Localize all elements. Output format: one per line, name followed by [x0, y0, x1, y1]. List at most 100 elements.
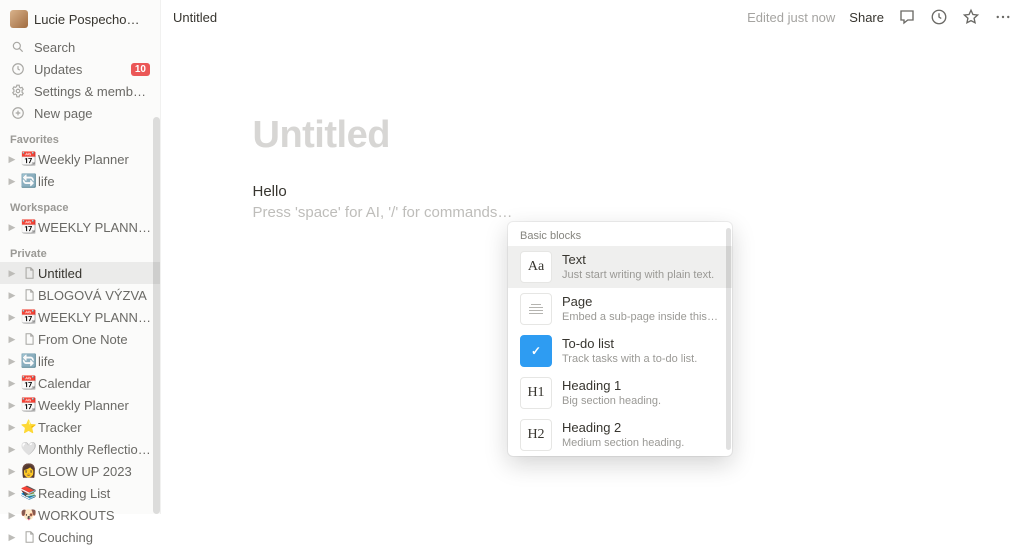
gear-icon: [10, 83, 26, 99]
updates-badge: 10: [131, 63, 150, 76]
favorites-list: ▶📆Weekly Planner▶🔄life: [0, 148, 160, 192]
app-root: Lucie Pospecho… Search Updates 10 Settin…: [0, 0, 1024, 514]
slash-item-desc: Medium section heading.: [562, 436, 684, 450]
chevron-right-icon[interactable]: ▶: [4, 218, 20, 236]
favorites-page-row[interactable]: ▶🔄life: [0, 170, 160, 192]
chevron-right-icon[interactable]: ▶: [4, 374, 20, 392]
slash-item-title: Heading 1: [562, 378, 661, 394]
page-label: life: [38, 174, 154, 189]
private-page-row[interactable]: ▶🔄life: [0, 350, 160, 372]
page-emoji-icon: 🔄: [20, 172, 38, 190]
sidebar: Lucie Pospecho… Search Updates 10 Settin…: [0, 0, 161, 514]
workspace-heading: Workspace: [0, 192, 160, 216]
page-label: Reading List: [38, 486, 154, 501]
slash-item-icon: H1: [520, 377, 552, 409]
slash-item-heading-2[interactable]: H2Heading 2Medium section heading.: [508, 414, 732, 456]
chevron-right-icon[interactable]: ▶: [4, 330, 20, 348]
slash-menu-scrollbar[interactable]: [726, 228, 731, 450]
topbar: Untitled Edited just now Share: [161, 0, 1024, 34]
private-page-row[interactable]: ▶🐶WORKOUTS: [0, 504, 160, 526]
workspace-name: Lucie Pospecho…: [34, 12, 144, 27]
chevron-right-icon[interactable]: ▶: [4, 440, 20, 458]
private-page-row[interactable]: ▶Untitled: [0, 262, 160, 284]
page-text-line-1[interactable]: Hello: [253, 183, 933, 200]
updates-label: Updates: [34, 62, 123, 77]
favorites-heading: Favorites: [0, 124, 160, 148]
chevron-right-icon[interactable]: ▶: [4, 150, 20, 168]
private-page-row[interactable]: ▶ Couching: [0, 526, 160, 548]
favorites-page-row[interactable]: ▶📆Weekly Planner: [0, 148, 160, 170]
search-label: Search: [34, 40, 150, 55]
new-page-label: New page: [34, 106, 150, 121]
private-page-row[interactable]: ▶📚Reading List: [0, 482, 160, 504]
page: Untitled Hello Press 'space' for AI, '/'…: [253, 34, 933, 221]
page-emoji-icon: 🔄: [20, 352, 38, 370]
plus-circle-icon: [10, 105, 26, 121]
page-emoji-icon: 🤍: [20, 440, 38, 458]
star-icon[interactable]: [962, 8, 980, 26]
page-emoji-icon: 📆: [20, 374, 38, 392]
slash-command-menu: Basic blocks AaTextJust start writing wi…: [508, 222, 732, 456]
page-label: WEEKLY PLANNING (1): [38, 310, 154, 325]
main-area: Untitled Edited just now Share Untitled …: [161, 0, 1024, 514]
page-label: Tracker: [38, 420, 154, 435]
slash-item-icon: [520, 293, 552, 325]
settings-button[interactable]: Settings & members: [0, 80, 160, 102]
page-title[interactable]: Untitled: [253, 114, 933, 157]
private-page-row[interactable]: ▶ BLOGOVÁ VÝZVA: [0, 284, 160, 306]
page-emoji-icon: ⭐: [20, 418, 38, 436]
page-emoji-icon: 🐶: [20, 506, 38, 524]
chevron-right-icon[interactable]: ▶: [4, 264, 20, 282]
page-label: GLOW UP 2023: [38, 464, 154, 479]
workspace-switcher[interactable]: Lucie Pospecho…: [0, 0, 160, 36]
slash-item-icon: [520, 335, 552, 367]
private-page-row[interactable]: ▶From One Note: [0, 328, 160, 350]
workspace-page-row[interactable]: ▶📆WEEKLY PLANNING: [0, 216, 160, 238]
chevron-right-icon[interactable]: ▶: [4, 528, 20, 546]
slash-item-desc: Just start writing with plain text.: [562, 268, 714, 282]
private-page-row[interactable]: ▶🤍Monthly Reflection 20…: [0, 438, 160, 460]
sidebar-scrollbar[interactable]: [153, 117, 160, 514]
chevron-right-icon[interactable]: ▶: [4, 418, 20, 436]
page-label: BLOGOVÁ VÝZVA: [38, 288, 154, 303]
page-label: Couching: [38, 530, 154, 545]
chevron-right-icon[interactable]: ▶: [4, 462, 20, 480]
slash-item-page[interactable]: PageEmbed a sub-page inside this page.: [508, 288, 732, 330]
private-page-row[interactable]: ▶⭐Tracker: [0, 416, 160, 438]
page-label: Monthly Reflection 20…: [38, 442, 154, 457]
private-page-row[interactable]: ▶📆Calendar: [0, 372, 160, 394]
slash-item-heading-1[interactable]: H1 Heading 1Big section heading.: [508, 372, 732, 414]
private-page-row[interactable]: ▶📆Weekly Planner: [0, 394, 160, 416]
private-pages-list: ▶Untitled▶BLOGOVÁ VÝZVA▶📆WEEKLY PLANNING…: [0, 262, 160, 548]
page-emoji-icon: [20, 330, 38, 348]
chevron-right-icon[interactable]: ▶: [4, 506, 20, 524]
slash-item-to-do-list[interactable]: To-do listTrack tasks with a to-do list.: [508, 330, 732, 372]
slash-item-icon: Aa: [520, 251, 552, 283]
new-page-button[interactable]: New page: [0, 102, 160, 124]
chevron-right-icon[interactable]: ▶: [4, 352, 20, 370]
chevron-right-icon[interactable]: ▶: [4, 286, 20, 304]
updates-button[interactable]: Updates 10: [0, 58, 160, 80]
slash-item-desc: Big section heading.: [562, 394, 661, 408]
page-emoji-icon: [20, 286, 38, 304]
chevron-right-icon[interactable]: ▶: [4, 172, 20, 190]
page-text-line-2-placeholder[interactable]: Press 'space' for AI, '/' for commands…: [253, 204, 933, 221]
slash-item-text[interactable]: AaTextJust start writing with plain text…: [508, 246, 732, 288]
clock-icon[interactable]: [930, 8, 948, 26]
more-icon[interactable]: [994, 8, 1012, 26]
private-page-row[interactable]: ▶📆WEEKLY PLANNING (1): [0, 306, 160, 328]
slash-item-icon: H2: [520, 419, 552, 451]
breadcrumb[interactable]: Untitled: [173, 10, 217, 25]
share-button[interactable]: Share: [849, 10, 884, 25]
clock-icon: [10, 61, 26, 77]
chevron-right-icon[interactable]: ▶: [4, 396, 20, 414]
page-label: WEEKLY PLANNING: [38, 220, 154, 235]
chevron-right-icon[interactable]: ▶: [4, 484, 20, 502]
comments-icon[interactable]: [898, 8, 916, 26]
private-page-row[interactable]: ▶👩GLOW UP 2023: [0, 460, 160, 482]
search-button[interactable]: Search: [0, 36, 160, 58]
chevron-right-icon[interactable]: ▶: [4, 308, 20, 326]
page-label: life: [38, 354, 154, 369]
page-emoji-icon: 📆: [20, 396, 38, 414]
slash-items-list: AaTextJust start writing with plain text…: [508, 246, 732, 456]
